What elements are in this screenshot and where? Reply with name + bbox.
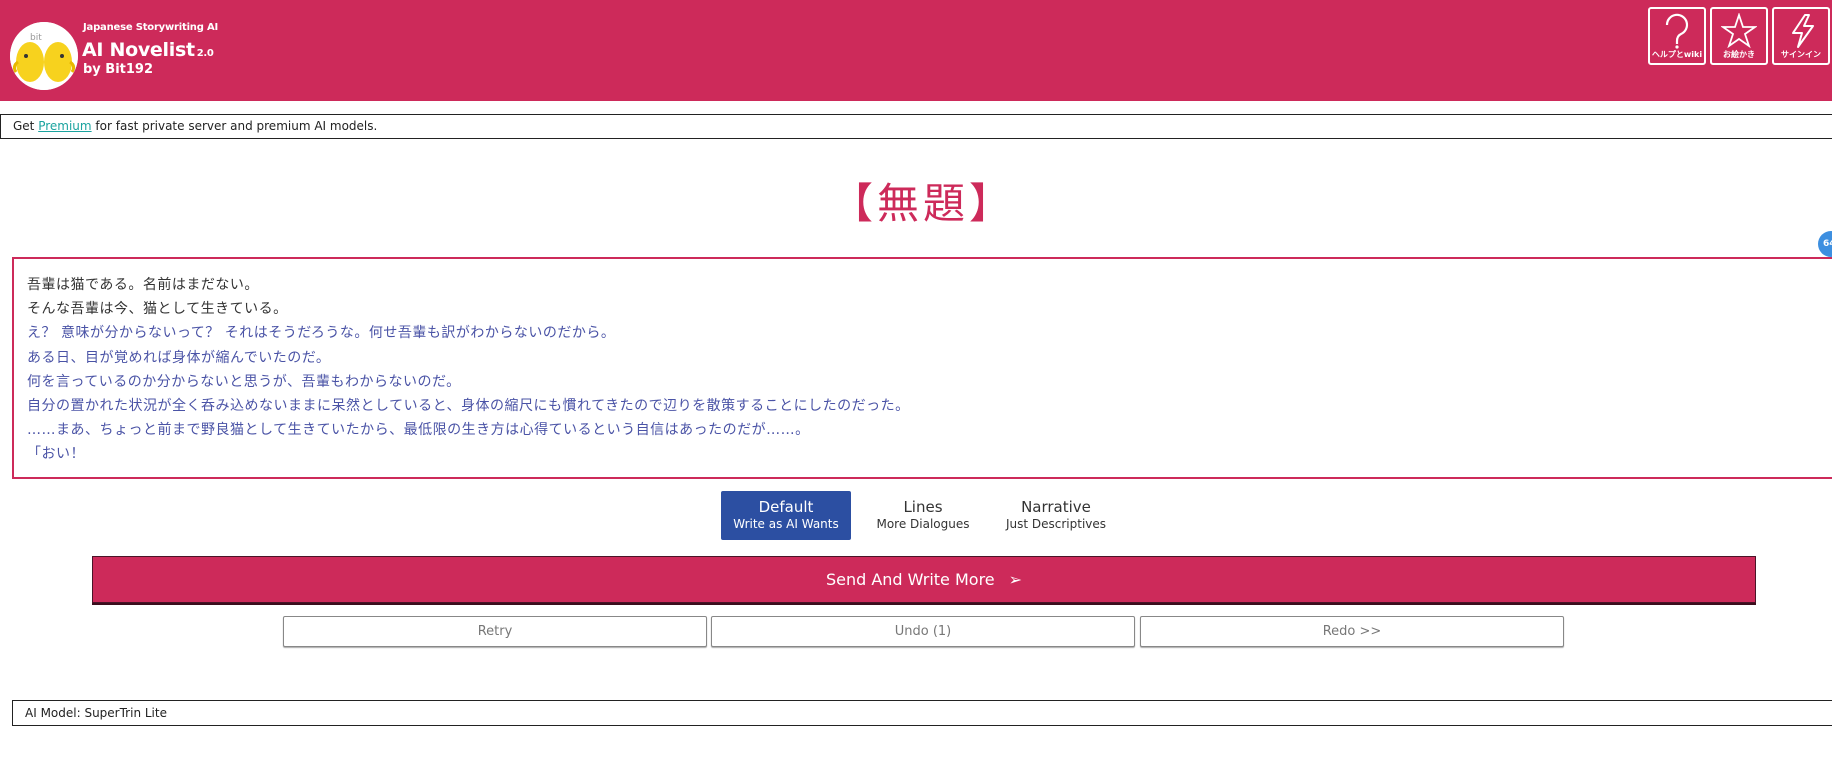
story-line: 「おい！ (27, 446, 85, 463)
char-count-badge[interactable]: 64 (1818, 231, 1832, 257)
mode-default-label: Default (758, 498, 814, 516)
retry-button[interactable]: Retry (283, 616, 707, 647)
premium-prefix: Get (13, 119, 39, 133)
send-write-more-button[interactable]: Send And Write More ➢ (92, 556, 1756, 603)
story-title[interactable]: 【無題】 (0, 170, 1832, 231)
question-icon (1665, 13, 1689, 49)
story-line: ある日、目が覚めれば身体が縮んでいたのだ。 (27, 349, 331, 366)
app-title: AI Novelist 2.0 (82, 39, 214, 61)
app-tagline: Japanese Storywriting AI (83, 22, 219, 33)
lightning-icon (1792, 14, 1814, 48)
premium-link[interactable]: Premium (38, 119, 91, 133)
logo-mascot-icon[interactable]: bit (10, 22, 78, 90)
story-line: え？ 意味が分からないって？ それはそうだろうな。何せ吾輩も訳がわからないのだか… (27, 325, 616, 342)
star-icon (1721, 13, 1757, 49)
send-label: Send And Write More (825, 570, 995, 589)
mode-default-button[interactable]: Default Write as AI Wants (721, 491, 851, 540)
drawing-button[interactable]: お絵かき (1710, 7, 1768, 65)
story-line: ……まあ、ちょっと前まで野良猫として生きていたから、最低限の生き方は心得ていると… (27, 422, 810, 439)
signin-button[interactable]: サインイン (1772, 7, 1830, 65)
premium-banner: Get Premium for fast private server and … (0, 114, 1832, 139)
app-header: bit Japanese Storywriting AI AI Novelist… (0, 0, 1832, 101)
mode-default-sub: Write as AI Wants (733, 517, 839, 531)
ai-model-selector[interactable]: AI Model: SuperTrin Lite (12, 700, 1832, 726)
app-author: by Bit192 (83, 62, 154, 77)
svg-text:bit: bit (30, 33, 42, 43)
signin-label: サインイン (1781, 50, 1821, 59)
mode-lines-sub: More Dialogues (876, 517, 970, 531)
mode-lines-label: Lines (903, 498, 943, 516)
app-version: 2.0 (196, 48, 214, 59)
story-editor[interactable]: 吾輩は猫である。名前はまだない。 そんな吾輩は今、猫として生きている。 え？ 意… (12, 257, 1832, 479)
drawing-label: お絵かき (1723, 50, 1755, 59)
app-brand-name: AI Novelist (82, 39, 195, 61)
story-line: 吾輩は猫である。名前はまだない。 (27, 277, 259, 293)
mode-narrative-sub: Just Descriptives (1005, 517, 1107, 531)
help-wiki-button[interactable]: ヘルプとwiki (1648, 7, 1706, 65)
story-line: そんな吾輩は今、猫として生きている。 (27, 301, 288, 318)
send-arrow-icon: ➢ (1008, 570, 1023, 589)
redo-button[interactable]: Redo >> (1140, 616, 1564, 647)
story-line: 自分の置かれた状況が全く呑み込めないままに呆然としていると、身体の縮尺にも慣れて… (27, 398, 910, 415)
premium-suffix: for fast private server and premium AI m… (91, 119, 378, 133)
story-line: 何を言っているのか分からないと思うが、吾輩もわからないのだ。 (27, 373, 461, 390)
mode-narrative-button[interactable]: Narrative Just Descriptives (991, 491, 1121, 540)
undo-button[interactable]: Undo (1) (711, 616, 1135, 647)
help-wiki-label: ヘルプとwiki (1651, 50, 1703, 59)
mode-lines-button[interactable]: Lines More Dialogues (858, 491, 988, 540)
mode-narrative-label: Narrative (1021, 498, 1091, 516)
